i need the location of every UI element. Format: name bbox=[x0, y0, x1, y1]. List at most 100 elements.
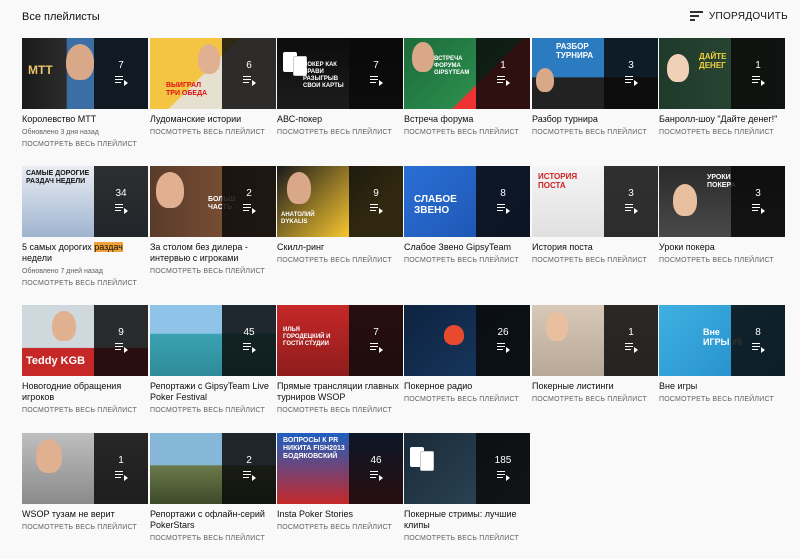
playlist-thumbnail[interactable]: БОЛЬШ ЧАСТЬ2 bbox=[150, 166, 276, 237]
video-count: 45 bbox=[243, 327, 255, 338]
playlist-thumbnail[interactable]: ИЛЬЯ ГОРОДЕЦКИЙ И ГОСТИ СТУДИИ 7 bbox=[277, 305, 403, 376]
playlist-thumbnail[interactable]: Teddy KGB 9 bbox=[22, 305, 148, 376]
video-count-overlay: 7 bbox=[349, 305, 403, 376]
playlist-icon bbox=[243, 204, 256, 214]
thumbnail-text: ВСТРЕЧА ФОРУМА GIPSYTEAM bbox=[434, 56, 470, 76]
playlist-title[interactable]: Встреча форума bbox=[404, 114, 530, 125]
playlist-card[interactable]: БОЛЬШ ЧАСТЬ2 За столом без дилера - интер… bbox=[150, 166, 276, 276]
playlist-card[interactable]: ВЫИГРАЛ ТРИ ОБЕДА 6 Лудоманские истории ПОС… bbox=[150, 38, 276, 137]
view-full-playlist-link[interactable]: ПОСМОТРЕТЬ ВЕСЬ ПЛЕЙЛИСТ bbox=[532, 395, 658, 404]
playlist-card[interactable]: 185 Покерные стримы: лучшие клипы ПОСМОТРЕ… bbox=[404, 433, 530, 543]
playlist-title[interactable]: Королевство МТТ bbox=[22, 114, 148, 125]
playlist-thumbnail[interactable]: ВЫИГРАЛ ТРИ ОБЕДА 6 bbox=[150, 38, 276, 109]
playlist-icon bbox=[115, 471, 128, 481]
playlist-title[interactable]: Банролл-шоу "Дайте денег!" bbox=[659, 114, 785, 125]
playlist-card[interactable]: 1 Покерные листинги ПОСМОТРЕТЬ ВЕСЬ ПЛЕЙЛИ… bbox=[532, 305, 658, 404]
playlist-thumbnail[interactable]: ВОПРОСЫ К PR НИКИТА FISH2013 БОДЯКОВСКИЙ… bbox=[277, 433, 403, 504]
view-full-playlist-link[interactable]: ПОСМОТРЕТЬ ВЕСЬ ПЛЕЙЛИСТ bbox=[532, 128, 658, 137]
view-full-playlist-link[interactable]: ПОСМОТРЕТЬ ВЕСЬ ПЛЕЙЛИСТ bbox=[22, 523, 148, 532]
playlist-title[interactable]: Разбор турнира bbox=[532, 114, 658, 125]
playlist-thumbnail[interactable]: 1 bbox=[532, 305, 658, 376]
playlist-card[interactable]: 26 Покерное радио ПОСМОТРЕТЬ ВЕСЬ ПЛЕЙЛИСТ bbox=[404, 305, 530, 404]
playlist-thumbnail[interactable]: 2 bbox=[150, 433, 276, 504]
playlist-card[interactable]: ВОПРОСЫ К PR НИКИТА FISH2013 БОДЯКОВСКИЙ… bbox=[277, 433, 403, 532]
playlist-title[interactable]: Репортажи с GipsyTeam Live Poker Festiva… bbox=[150, 381, 276, 403]
playlist-card[interactable]: 2 Репортажи с офлайн-серий PokerStars ПОСМ… bbox=[150, 433, 276, 543]
video-count: 1 bbox=[755, 60, 761, 71]
playlist-card[interactable]: ИЛЬЯ ГОРОДЕЦКИЙ И ГОСТИ СТУДИИ 7 Прямые тр… bbox=[277, 305, 403, 415]
playlist-thumbnail[interactable]: САМЫЕ ДОРОГИЕ РАЗДАЧ НЕДЕЛИ 34 bbox=[22, 166, 148, 237]
playlist-thumbnail[interactable]: АНАТОЛИЙ DYKALIS 9 bbox=[277, 166, 403, 237]
playlist-title[interactable]: Лудоманские истории bbox=[150, 114, 276, 125]
video-count-overlay: 3 bbox=[604, 166, 658, 237]
playlist-title[interactable]: Скилл-ринг bbox=[277, 242, 403, 253]
view-full-playlist-link[interactable]: ПОСМОТРЕТЬ ВЕСЬ ПЛЕЙЛИСТ bbox=[22, 279, 148, 288]
playlist-card[interactable]: 45 Репортажи с GipsyTeam Live Poker Festi… bbox=[150, 305, 276, 415]
playlist-title[interactable]: За столом без дилера - интервью с игрока… bbox=[150, 242, 276, 264]
playlist-thumbnail[interactable]: ПОКЕР КАК ПРАВИ РАЗЫГРЫВ СВОИ КАРТЫ 7 bbox=[277, 38, 403, 109]
playlist-card[interactable]: MTT 7 Королевство МТТ Обновлено 3 дня назад… bbox=[22, 38, 148, 149]
playlist-card[interactable]: УРОКИ ПОКЕРА 3 Уроки покера ПОСМОТРЕТЬ ВЕСЬ… bbox=[659, 166, 785, 265]
view-full-playlist-link[interactable]: ПОСМОТРЕТЬ ВЕСЬ ПЛЕЙЛИСТ bbox=[659, 395, 785, 404]
sort-button[interactable]: УПОРЯДОЧИТЬ bbox=[689, 8, 788, 24]
view-full-playlist-link[interactable]: ПОСМОТРЕТЬ ВЕСЬ ПЛЕЙЛИСТ bbox=[404, 395, 530, 404]
playlist-title[interactable]: Вне игры bbox=[659, 381, 785, 392]
playlist-card[interactable]: РАЗБОР ТУРНИРА 3 Разбор турнира ПОСМОТРЕТЬ … bbox=[532, 38, 658, 137]
playlist-title[interactable]: WSOP тузам не верит bbox=[22, 509, 148, 520]
view-full-playlist-link[interactable]: ПОСМОТРЕТЬ ВЕСЬ ПЛЕЙЛИСТ bbox=[150, 267, 276, 276]
video-count-overlay: 1 bbox=[476, 38, 530, 109]
search-highlight: раздач bbox=[94, 242, 123, 252]
sort-label: УПОРЯДОЧИТЬ bbox=[708, 10, 788, 22]
playlist-title[interactable]: 5 самых дорогих раздач недели bbox=[22, 242, 148, 264]
playlist-thumbnail[interactable]: 185 bbox=[404, 433, 530, 504]
view-full-playlist-link[interactable]: ПОСМОТРЕТЬ ВЕСЬ ПЛЕЙЛИСТ bbox=[150, 534, 276, 543]
view-full-playlist-link[interactable]: ПОСМОТРЕТЬ ВЕСЬ ПЛЕЙЛИСТ bbox=[404, 534, 530, 543]
view-full-playlist-link[interactable]: ПОСМОТРЕТЬ ВЕСЬ ПЛЕЙЛИСТ bbox=[659, 256, 785, 265]
playlist-title[interactable]: Покерные листинги bbox=[532, 381, 658, 392]
view-full-playlist-link[interactable]: ПОСМОТРЕТЬ ВЕСЬ ПЛЕЙЛИСТ bbox=[22, 140, 148, 149]
playlist-card[interactable]: ДАЙТЕ ДЕНЕГ 1 Банролл-шоу "Дайте денег!" ПО… bbox=[659, 38, 785, 137]
view-full-playlist-link[interactable]: ПОСМОТРЕТЬ ВЕСЬ ПЛЕЙЛИСТ bbox=[277, 523, 403, 532]
playlist-title[interactable]: АВС-покер bbox=[277, 114, 403, 125]
playlist-title[interactable]: Репортажи с офлайн-серий PokerStars bbox=[150, 509, 276, 531]
playlist-card[interactable]: Teddy KGB 9 Новогодние обращения игроков ПО… bbox=[22, 305, 148, 415]
view-full-playlist-link[interactable]: ПОСМОТРЕТЬ ВЕСЬ ПЛЕЙЛИСТ bbox=[659, 128, 785, 137]
playlist-title[interactable]: Слабое Звено GipsyTeam bbox=[404, 242, 530, 253]
playlist-card[interactable]: 1 WSOP тузам не верит ПОСМОТРЕТЬ ВЕСЬ ПЛЕЙ… bbox=[22, 433, 148, 532]
playlist-title[interactable]: Прямые трансляции главных турниров WSOP bbox=[277, 381, 403, 403]
playlist-title[interactable]: Новогодние обращения игроков bbox=[22, 381, 148, 403]
view-full-playlist-link[interactable]: ПОСМОТРЕТЬ ВЕСЬ ПЛЕЙЛИСТ bbox=[404, 128, 530, 137]
playlist-thumbnail[interactable]: Вне ИГРЫ #9 8 bbox=[659, 305, 785, 376]
playlist-thumbnail[interactable]: РАЗБОР ТУРНИРА 3 bbox=[532, 38, 658, 109]
playlist-card[interactable]: САМЫЕ ДОРОГИЕ РАЗДАЧ НЕДЕЛИ 34 5 самых дор… bbox=[22, 166, 148, 288]
playlist-title[interactable]: История поста bbox=[532, 242, 658, 253]
playlist-title[interactable]: Insta Poker Stories bbox=[277, 509, 403, 520]
playlist-thumbnail[interactable]: ДАЙТЕ ДЕНЕГ 1 bbox=[659, 38, 785, 109]
playlist-thumbnail[interactable]: 1 bbox=[22, 433, 148, 504]
view-full-playlist-link[interactable]: ПОСМОТРЕТЬ ВЕСЬ ПЛЕЙЛИСТ bbox=[22, 406, 148, 415]
playlist-thumbnail[interactable]: УРОКИ ПОКЕРА 3 bbox=[659, 166, 785, 237]
view-full-playlist-link[interactable]: ПОСМОТРЕТЬ ВЕСЬ ПЛЕЙЛИСТ bbox=[404, 256, 530, 265]
view-full-playlist-link[interactable]: ПОСМОТРЕТЬ ВЕСЬ ПЛЕЙЛИСТ bbox=[277, 406, 403, 415]
view-full-playlist-link[interactable]: ПОСМОТРЕТЬ ВЕСЬ ПЛЕЙЛИСТ bbox=[532, 256, 658, 265]
playlist-title[interactable]: Покерное радио bbox=[404, 381, 530, 392]
playlist-card[interactable]: ИСТОРИЯ ПОСТА 3 История поста ПОСМОТРЕТЬ ВЕ… bbox=[532, 166, 658, 265]
video-count: 9 bbox=[373, 188, 379, 199]
playlist-card[interactable]: СЛАБОЕ ЗВЕНО 8 Слабое Звено GipsyTeam ПОСМО… bbox=[404, 166, 530, 265]
view-full-playlist-link[interactable]: ПОСМОТРЕТЬ ВЕСЬ ПЛЕЙЛИСТ bbox=[277, 256, 403, 265]
playlist-title[interactable]: Уроки покера bbox=[659, 242, 785, 253]
view-full-playlist-link[interactable]: ПОСМОТРЕТЬ ВЕСЬ ПЛЕЙЛИСТ bbox=[150, 406, 276, 415]
playlist-thumbnail[interactable]: 45 bbox=[150, 305, 276, 376]
view-full-playlist-link[interactable]: ПОСМОТРЕТЬ ВЕСЬ ПЛЕЙЛИСТ bbox=[150, 128, 276, 137]
playlist-thumbnail[interactable]: MTT 7 bbox=[22, 38, 148, 109]
playlist-card[interactable]: ВСТРЕЧА ФОРУМА GIPSYTEAM 1 Встреча форума П… bbox=[404, 38, 530, 137]
playlist-thumbnail[interactable]: ИСТОРИЯ ПОСТА 3 bbox=[532, 166, 658, 237]
playlist-thumbnail[interactable]: ВСТРЕЧА ФОРУМА GIPSYTEAM 1 bbox=[404, 38, 530, 109]
playlist-thumbnail[interactable]: 26 bbox=[404, 305, 530, 376]
playlist-thumbnail[interactable]: СЛАБОЕ ЗВЕНО 8 bbox=[404, 166, 530, 237]
playlist-card[interactable]: ПОКЕР КАК ПРАВИ РАЗЫГРЫВ СВОИ КАРТЫ 7 АВС-… bbox=[277, 38, 403, 137]
playlist-card[interactable]: Вне ИГРЫ #9 8 Вне игры ПОСМОТРЕТЬ ВЕСЬ ПЛЕЙ… bbox=[659, 305, 785, 404]
view-full-playlist-link[interactable]: ПОСМОТРЕТЬ ВЕСЬ ПЛЕЙЛИСТ bbox=[277, 128, 403, 137]
playlist-title[interactable]: Покерные стримы: лучшие клипы bbox=[404, 509, 530, 531]
playlist-card[interactable]: АНАТОЛИЙ DYKALIS 9 Скилл-ринг ПОСМОТРЕТЬ ВЕ… bbox=[277, 166, 403, 265]
